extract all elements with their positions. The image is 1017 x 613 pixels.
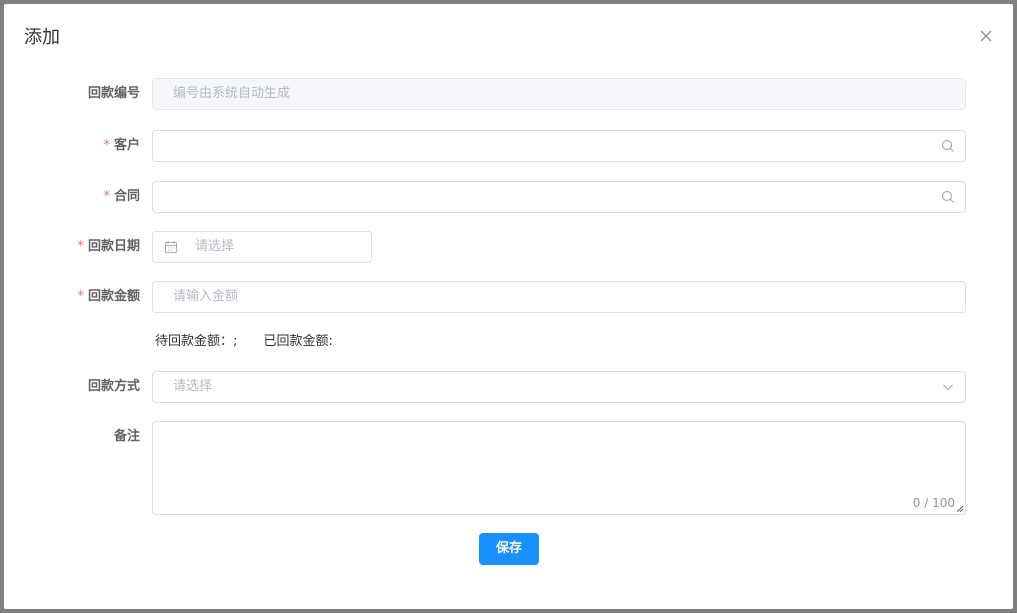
payment-amount-input[interactable]: 请输入金额 [152, 281, 966, 313]
amount-summary: 待回款金额：; 已回款金额: [155, 333, 355, 351]
payment-no-label: 回款编号 [87, 86, 140, 101]
payment-no-placeholder: 编号由系统自动生成 [173, 86, 291, 101]
required-mark: * [77, 289, 84, 304]
required-mark: * [103, 189, 110, 204]
close-icon[interactable] [978, 28, 994, 44]
payment-method-select[interactable]: 请选择 [152, 371, 966, 403]
search-icon[interactable] [941, 190, 955, 204]
payment-amount-label: * 回款金额 [77, 289, 140, 304]
calendar-icon [164, 241, 178, 254]
chevron-down-icon[interactable] [941, 380, 955, 394]
resize-handle-icon[interactable] [956, 505, 964, 513]
remark-label: 备注 [113, 429, 140, 444]
search-icon[interactable] [941, 139, 955, 153]
payment-date-picker[interactable]: 请选择 [152, 231, 372, 263]
pending-amount-text: 待回款金额：; [155, 334, 238, 349]
received-amount-text: 已回款金额: [263, 334, 333, 349]
customer-input[interactable] [152, 130, 966, 162]
payment-method-label: 回款方式 [87, 379, 140, 394]
payment-date-placeholder: 请选择 [195, 239, 235, 254]
required-mark: * [103, 138, 110, 153]
payment-amount-placeholder: 请输入金额 [173, 289, 239, 304]
contract-label: * 合同 [103, 189, 140, 204]
payment-no-input: 编号由系统自动生成 [152, 78, 966, 110]
dialog-title: 添加 [24, 27, 60, 48]
customer-label: * 客户 [103, 138, 140, 153]
remark-textarea[interactable]: 0 / 100 [152, 421, 966, 515]
save-button[interactable]: 保存 [479, 533, 539, 565]
payment-method-placeholder: 请选择 [173, 379, 213, 394]
add-payment-dialog: 添加 回款编号 编号由系统自动生成 * 客户 * 合同 * 回款日期 请选择 *… [4, 4, 1013, 609]
payment-date-label: * 回款日期 [77, 239, 140, 254]
required-mark: * [77, 239, 84, 254]
remark-char-counter: 0 / 100 [912, 496, 955, 510]
contract-input[interactable] [152, 181, 966, 213]
